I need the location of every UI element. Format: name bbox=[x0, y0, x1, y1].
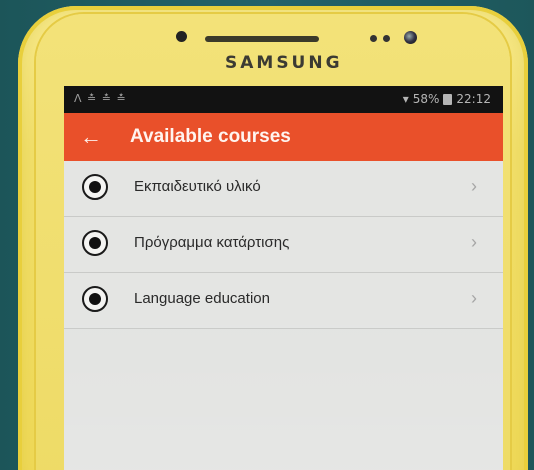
list-item[interactable]: Πρόγραμμα κατάρτισης › bbox=[64, 217, 503, 273]
device-brand-logo: SAMSUNG bbox=[225, 53, 343, 73]
radio-icon bbox=[82, 230, 108, 256]
course-label: Language education bbox=[134, 290, 270, 307]
back-arrow-icon[interactable]: ← bbox=[78, 124, 104, 150]
notification-icons: ᐱ ≛ ≛ ≛ bbox=[74, 92, 127, 105]
front-camera-icon bbox=[404, 31, 417, 44]
course-list: Εκπαιδευτικό υλικό › Πρόγραμμα κατάρτιση… bbox=[64, 161, 503, 329]
proximity-sensor-icon bbox=[176, 31, 187, 42]
course-label: Εκπαιδευτικό υλικό bbox=[134, 178, 261, 195]
status-bar: ᐱ ≛ ≛ ≛ ▾ 58% 22:12 bbox=[64, 86, 503, 113]
status-indicators: ▾ 58% 22:12 bbox=[403, 92, 491, 106]
chevron-right-icon: › bbox=[471, 176, 477, 196]
app-bar: ← Available courses bbox=[64, 113, 503, 161]
chevron-right-icon: › bbox=[471, 232, 477, 252]
earpiece-speaker bbox=[205, 36, 319, 42]
battery-percent: 58% bbox=[412, 92, 440, 106]
list-item[interactable]: Language education › bbox=[64, 273, 503, 329]
battery-icon bbox=[443, 93, 453, 105]
radio-icon bbox=[82, 286, 108, 312]
chevron-right-icon: › bbox=[471, 288, 477, 308]
sensor-dot-icon bbox=[370, 35, 377, 42]
list-item[interactable]: Εκπαιδευτικό υλικό › bbox=[64, 161, 503, 217]
signal-icon: ▾ bbox=[402, 92, 409, 106]
phone-screen: ᐱ ≛ ≛ ≛ ▾ 58% 22:12 ← Available courses … bbox=[64, 86, 503, 470]
radio-icon bbox=[82, 174, 108, 200]
photo-scene: SAMSUNG ᐱ ≛ ≛ ≛ ▾ 58% 22:12 ← Available … bbox=[0, 0, 534, 470]
course-label: Πρόγραμμα κατάρτισης bbox=[134, 234, 290, 251]
page-title: Available courses bbox=[130, 126, 291, 147]
sensor-dot-icon bbox=[383, 35, 390, 42]
clock: 22:12 bbox=[456, 92, 491, 106]
